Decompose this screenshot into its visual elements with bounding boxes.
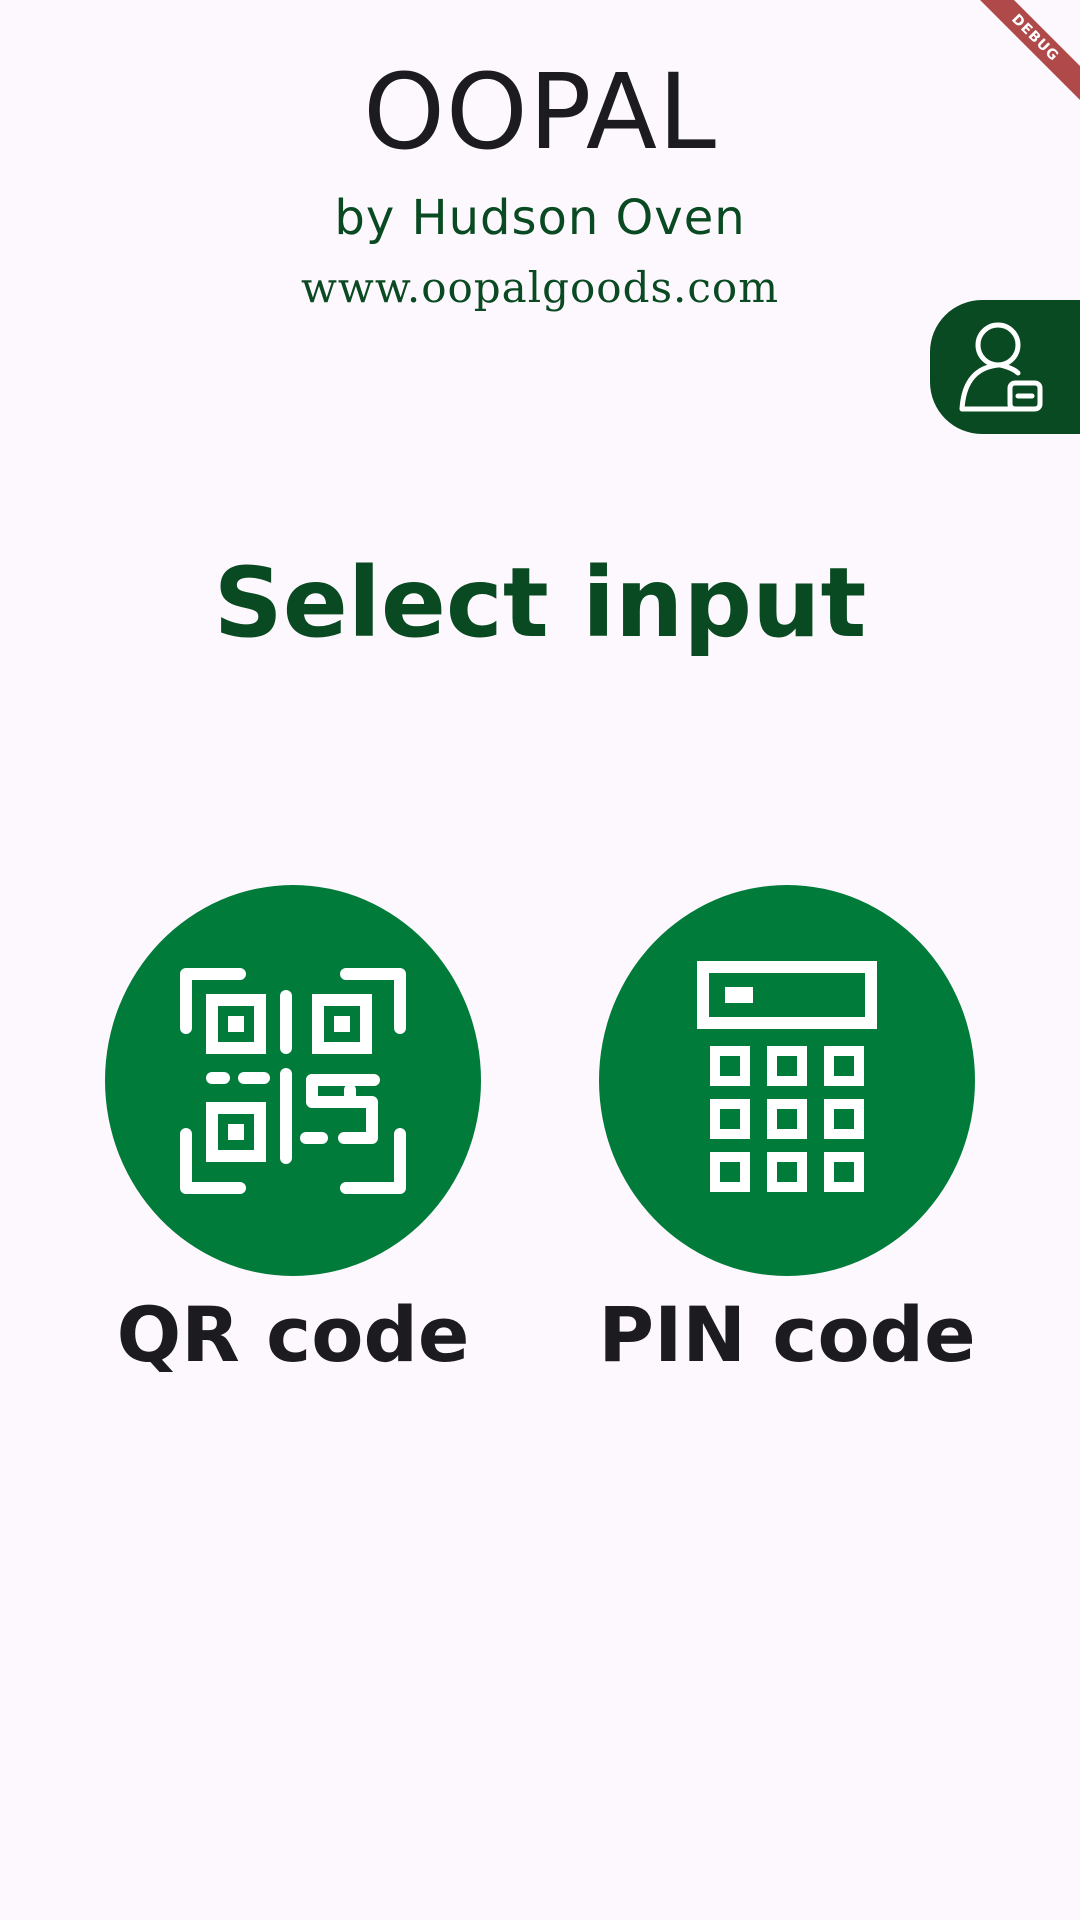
select-input-heading: Select input [213,547,867,659]
user-account-icon [959,322,1043,412]
qr-code-icon [180,967,406,1194]
pin-code-label: PIN code [598,1290,976,1379]
app-title: OOPAL [363,51,717,173]
calculator-icon [697,960,877,1192]
qr-code-button[interactable] [105,885,481,1276]
pin-code-button[interactable] [599,885,975,1276]
byline: by Hudson Oven [334,190,746,246]
website-link: www.oopalgoods.com [300,263,780,312]
pin-code-option[interactable]: PIN code [598,885,976,1380]
qr-code-option[interactable]: QR code [105,885,481,1380]
qr-code-label: QR code [116,1290,470,1379]
account-button[interactable] [930,300,1080,434]
